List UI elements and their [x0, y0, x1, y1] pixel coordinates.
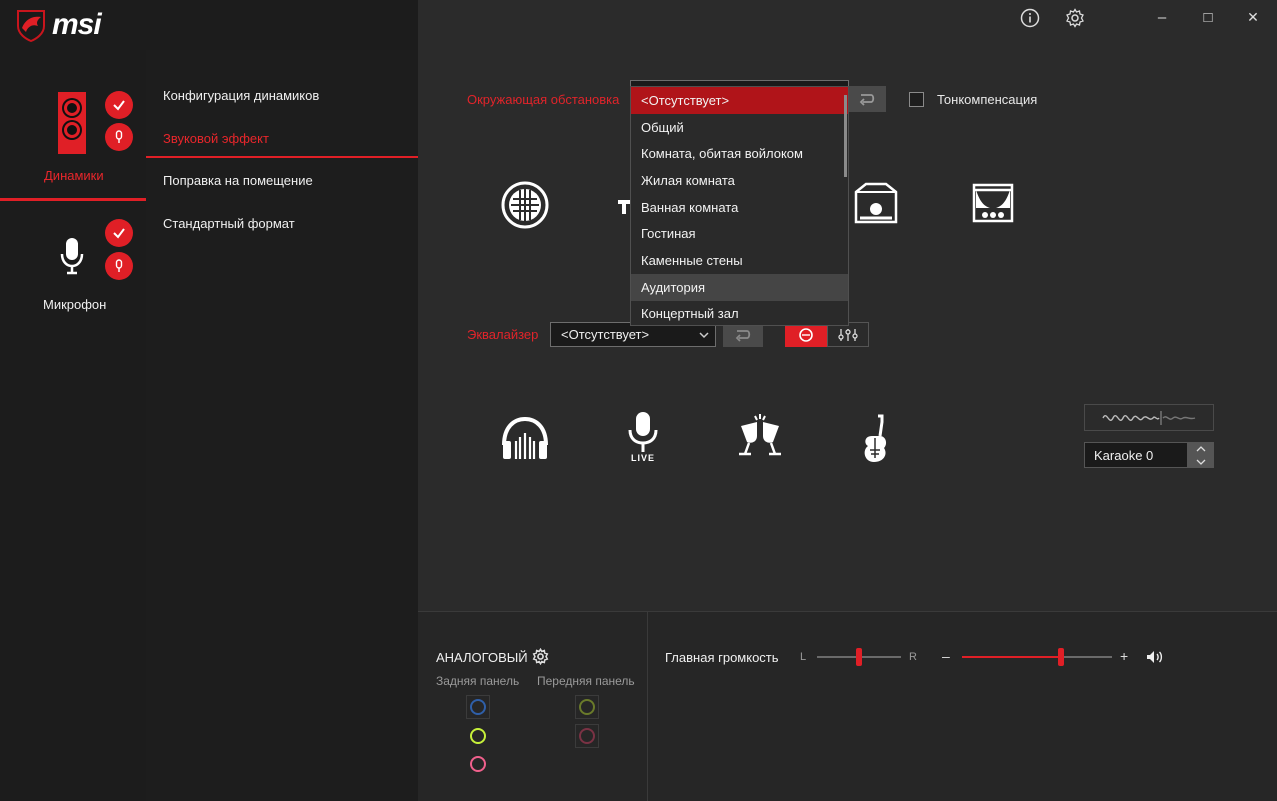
chevron-down-icon — [699, 332, 709, 339]
port-jack-icon — [470, 699, 486, 715]
master-volume-label: Главная громкость — [665, 650, 779, 665]
info-icon[interactable] — [1018, 6, 1042, 30]
device-microphone[interactable]: Микрофон — [0, 210, 146, 320]
karaoke-wave-button[interactable] — [1084, 404, 1214, 431]
loudness-label: Тонкомпенсация — [937, 92, 1038, 107]
equalizer-preset-icon — [799, 327, 813, 342]
environment-dropdown-list: <Отсутствует> Общий Комната, обитая войл… — [630, 86, 849, 326]
environment-option[interactable]: Гостиная — [631, 220, 848, 247]
balance-slider-thumb[interactable] — [856, 648, 862, 666]
equalizer-sliders-icon — [838, 328, 858, 341]
menu-sound-effect[interactable]: Звуковой эффект — [163, 131, 269, 146]
dropdown-scrollbar[interactable] — [844, 95, 847, 177]
environment-option[interactable]: <Отсутствует> — [631, 87, 848, 114]
device-microphone-label: Микрофон — [43, 297, 107, 312]
rear-port-blue[interactable] — [466, 695, 490, 719]
environment-option[interactable]: Концертный зал — [631, 301, 848, 328]
close-button[interactable]: ✕ — [1241, 5, 1265, 29]
front-port-green[interactable] — [575, 695, 599, 719]
karaoke-value-input[interactable]: Karaoke 0 — [1084, 442, 1188, 468]
speakers-default-check-icon[interactable] — [105, 91, 133, 119]
mic-default-check-icon[interactable] — [105, 219, 133, 247]
port-jack-icon — [470, 728, 486, 744]
live-mic-icon[interactable]: LIVE — [625, 410, 661, 465]
undo-arrow-icon — [859, 94, 875, 106]
party-toast-icon[interactable] — [733, 412, 787, 460]
environment-option[interactable]: Комната, обитая войлоком — [631, 140, 848, 167]
menu-default-format[interactable]: Стандартный формат — [163, 216, 295, 231]
environment-option[interactable]: Каменные стены — [631, 247, 848, 274]
speakers-comm-mic-icon[interactable] — [105, 123, 133, 151]
equalizer-dropdown-value: <Отсутствует> — [561, 327, 650, 342]
maximize-button[interactable]: □ — [1196, 5, 1220, 29]
guitar-icon[interactable] — [858, 414, 894, 464]
front-port-pink[interactable] — [575, 724, 599, 748]
rear-panel-label: Задняя панель — [436, 674, 520, 688]
loudness-checkbox[interactable] — [909, 92, 924, 107]
karaoke-down-button[interactable] — [1188, 455, 1214, 468]
minimize-button[interactable]: – — [1150, 5, 1174, 29]
environment-stage-icon[interactable] — [854, 182, 898, 224]
balance-right-label: R — [909, 651, 917, 663]
volume-slider-fill — [962, 656, 1061, 658]
menu-speaker-config[interactable]: Конфигурация динамиков — [163, 88, 319, 103]
environment-reset-button[interactable] — [848, 86, 886, 112]
volume-plus-button[interactable]: + — [1120, 648, 1128, 664]
menu-room-correction[interactable]: Поправка на помещение — [163, 173, 313, 188]
port-jack-icon — [579, 728, 595, 744]
environment-generic-icon[interactable] — [500, 180, 550, 230]
analog-panel — [418, 611, 648, 801]
gear-icon[interactable] — [1063, 6, 1087, 30]
brand-logo-text: msi — [52, 8, 102, 41]
volume-minus-button[interactable]: – — [942, 648, 950, 664]
device-active-underline — [0, 198, 146, 201]
device-speakers[interactable]: Динамики — [0, 60, 146, 200]
balance-left-label: L — [800, 651, 807, 663]
front-panel-label: Передняя панель — [537, 674, 635, 688]
microphone-icon — [58, 236, 86, 276]
port-jack-icon — [470, 756, 486, 772]
karaoke-up-button[interactable] — [1188, 442, 1214, 455]
port-jack-icon — [579, 699, 595, 715]
analog-gear-icon[interactable] — [531, 647, 549, 665]
speaker-icon — [58, 92, 86, 154]
chevron-up-icon — [1196, 445, 1206, 451]
rear-port-green[interactable] — [466, 724, 490, 748]
environment-label: Окружающая обстановка — [467, 92, 620, 107]
menu-selected-underline — [146, 156, 418, 158]
speaker-volume-icon[interactable] — [1145, 648, 1165, 666]
msi-dragon-logo-icon — [14, 8, 48, 43]
device-speakers-label: Динамики — [44, 168, 104, 183]
analog-title: АНАЛОГОВЫЙ — [436, 650, 528, 665]
environment-option[interactable]: Общий — [631, 114, 848, 141]
environment-option[interactable]: Жилая комната — [631, 167, 848, 194]
environment-partial-icon — [617, 198, 631, 216]
mic-comm-mic-icon[interactable] — [105, 252, 133, 280]
headphones-icon[interactable] — [500, 415, 550, 463]
undo-arrow-icon — [735, 329, 751, 342]
environment-theater-icon[interactable] — [972, 182, 1014, 224]
rear-port-pink[interactable] — [466, 752, 490, 776]
effects-menu — [146, 50, 418, 801]
live-badge: LIVE — [630, 453, 655, 463]
environment-option[interactable]: Аудитория — [631, 273, 848, 301]
volume-slider-thumb[interactable] — [1058, 648, 1064, 666]
sound-wave-icon — [1102, 410, 1196, 425]
volume-panel — [648, 611, 1277, 801]
chevron-down-icon — [1196, 459, 1206, 465]
environment-option[interactable]: Ванная комната — [631, 194, 848, 221]
equalizer-label: Эквалайзер — [467, 327, 539, 342]
